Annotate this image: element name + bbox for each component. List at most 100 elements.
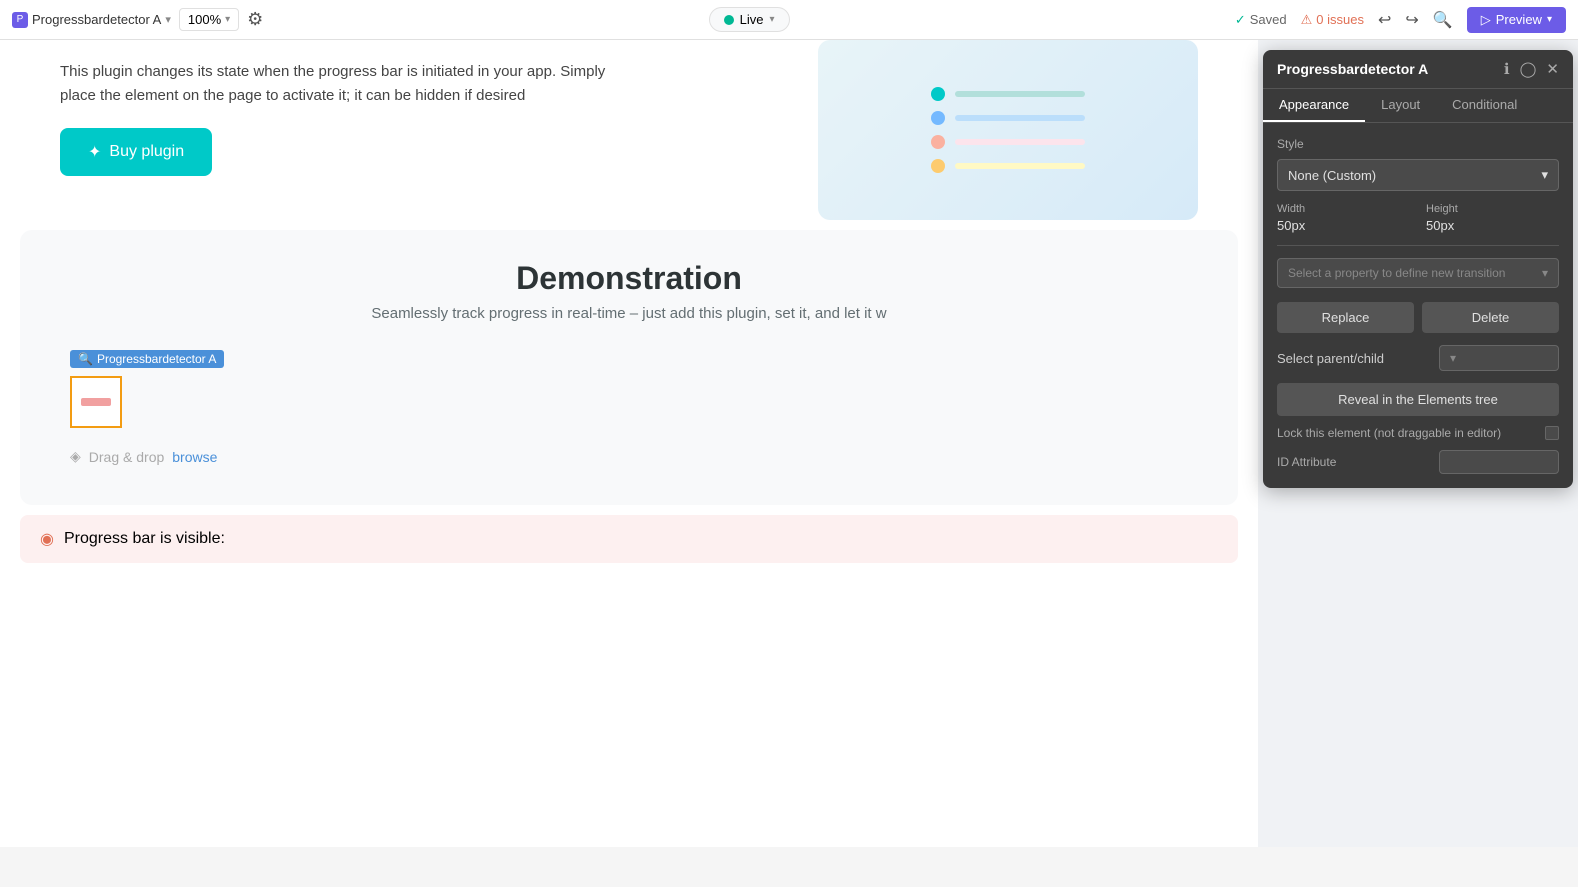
preview-button[interactable]: ▷ Preview ▾ xyxy=(1467,7,1566,33)
redo-icon[interactable]: ↪ xyxy=(1405,10,1418,30)
parent-child-dropdown[interactable]: ▾ xyxy=(1439,345,1559,371)
buy-plugin-button[interactable]: ✦ Buy plugin xyxy=(60,128,212,176)
transition-placeholder: Select a property to define new transiti… xyxy=(1288,266,1505,280)
saved-status: ✓ Saved xyxy=(1235,12,1287,28)
width-value: 50px xyxy=(1277,218,1410,233)
element-box xyxy=(70,376,122,428)
buy-icon: ✦ xyxy=(88,142,101,162)
live-label: Live xyxy=(740,12,764,27)
slider-item-3 xyxy=(931,135,1085,149)
progress-section: ◉ Progress bar is visible: xyxy=(20,515,1238,563)
demo-section: Demonstration Seamlessly track progress … xyxy=(20,230,1238,505)
element-label-text: Progressbardetector A xyxy=(97,352,216,366)
progress-text: Progress bar is visible: xyxy=(64,530,225,548)
info-icon[interactable]: ℹ xyxy=(1504,60,1510,78)
style-value: None (Custom) xyxy=(1288,168,1376,183)
slider-item-4 xyxy=(931,159,1085,173)
slider-track xyxy=(955,91,1085,97)
style-dropdown[interactable]: None (Custom) ▾ xyxy=(1277,159,1559,191)
issues-status: ⚠ 0 issues xyxy=(1301,12,1364,28)
height-value: 50px xyxy=(1426,218,1559,233)
replace-button[interactable]: Replace xyxy=(1277,302,1414,333)
app-name-label: Progressbardetector A xyxy=(32,12,161,27)
browse-link[interactable]: browse xyxy=(172,449,217,465)
width-label: Width xyxy=(1277,203,1410,215)
buy-label: Buy plugin xyxy=(109,143,184,161)
settings-icon[interactable]: ⚙ xyxy=(247,9,263,30)
topbar-center: Live ▾ xyxy=(709,7,790,32)
id-row: ID Attribute xyxy=(1277,450,1559,474)
width-field: Width 50px xyxy=(1277,203,1410,233)
hero-description: This plugin changes its state when the p… xyxy=(60,60,620,108)
slider-knob xyxy=(931,87,945,101)
progress-icon: ◉ xyxy=(40,529,54,549)
topbar-right: ✓ Saved ⚠ 0 issues ↩ ↪ 🔍 ▷ Preview ▾ xyxy=(1235,7,1566,33)
zoom-chevron: ▾ xyxy=(225,14,230,25)
demo-title: Demonstration xyxy=(50,260,1208,297)
transition-chevron: ▾ xyxy=(1542,266,1548,280)
id-attribute-input[interactable] xyxy=(1439,450,1559,474)
height-field: Height 50px xyxy=(1426,203,1559,233)
topbar-left: P Progressbardetector A ▾ 100% ▾ ⚙ xyxy=(12,8,263,31)
element-search-icon: 🔍 xyxy=(78,352,93,366)
live-badge[interactable]: Live ▾ xyxy=(709,7,790,32)
saved-label-text: Saved xyxy=(1250,12,1287,27)
hero-text: This plugin changes its state when the p… xyxy=(60,40,620,176)
topbar: P Progressbardetector A ▾ 100% ▾ ⚙ Live … xyxy=(0,0,1578,40)
hero-section: This plugin changes its state when the p… xyxy=(0,40,1258,220)
tab-conditional[interactable]: Conditional xyxy=(1436,89,1533,122)
slider-knob xyxy=(931,159,945,173)
parent-child-chevron: ▾ xyxy=(1450,351,1456,365)
search-icon[interactable]: 🔍 xyxy=(1433,10,1453,30)
lock-label: Lock this element (not draggable in edit… xyxy=(1277,426,1501,440)
undo-icon[interactable]: ↩ xyxy=(1378,10,1391,30)
lock-checkbox[interactable] xyxy=(1545,426,1559,440)
panel-tabs: Appearance Layout Conditional xyxy=(1263,89,1573,123)
live-chevron: ▾ xyxy=(769,14,774,25)
preview-label: Preview xyxy=(1496,12,1542,27)
element-selected[interactable]: 🔍 Progressbardetector A xyxy=(70,376,122,428)
element-label: 🔍 Progressbardetector A xyxy=(70,350,224,368)
live-dot xyxy=(724,15,734,25)
drag-drop-area: ◈ Drag & drop browse xyxy=(70,448,1188,465)
close-icon[interactable]: ✕ xyxy=(1546,60,1559,78)
slider-track xyxy=(955,139,1085,145)
element-inner-bar xyxy=(81,398,111,406)
drag-drop-text: Drag & drop xyxy=(89,449,164,465)
app-name-display: P Progressbardetector A ▾ xyxy=(12,12,171,28)
lock-row: Lock this element (not draggable in edit… xyxy=(1277,426,1559,440)
element-area: 🔍 Progressbardetector A ◈ Drag & drop br… xyxy=(50,346,1208,475)
drag-drop-icon: ◈ xyxy=(70,448,81,465)
style-label: Style xyxy=(1277,137,1559,151)
demo-subtitle: Seamlessly track progress in real-time –… xyxy=(50,305,1208,322)
dimensions-row: Width 50px Height 50px xyxy=(1277,203,1559,233)
main-content: This plugin changes its state when the p… xyxy=(0,40,1578,847)
divider-1 xyxy=(1277,245,1559,246)
slider-track xyxy=(955,163,1085,169)
preview-icon: ▷ xyxy=(1481,12,1491,28)
properties-panel: Progressbardetector A ℹ ◯ ✕ Appearance L… xyxy=(1263,50,1573,488)
app-icon: P xyxy=(12,12,28,28)
reveal-elements-button[interactable]: Reveal in the Elements tree xyxy=(1277,383,1559,416)
style-chevron: ▾ xyxy=(1541,167,1548,183)
panel-header: Progressbardetector A ℹ ◯ ✕ xyxy=(1263,50,1573,89)
hero-image xyxy=(818,40,1198,220)
panel-body: Style None (Custom) ▾ Width 50px Height … xyxy=(1263,123,1573,488)
height-label: Height xyxy=(1426,203,1559,215)
slider-knob xyxy=(931,111,945,125)
tab-appearance[interactable]: Appearance xyxy=(1263,89,1365,122)
zoom-value: 100% xyxy=(188,12,221,27)
issues-label-text: 0 issues xyxy=(1316,12,1364,27)
preview-chevron: ▾ xyxy=(1547,14,1552,25)
id-attribute-label: ID Attribute xyxy=(1277,455,1336,469)
transition-dropdown[interactable]: Select a property to define new transiti… xyxy=(1277,258,1559,288)
zoom-dropdown[interactable]: 100% ▾ xyxy=(179,8,239,31)
slider-track xyxy=(955,115,1085,121)
tab-layout[interactable]: Layout xyxy=(1365,89,1436,122)
chat-icon[interactable]: ◯ xyxy=(1520,60,1537,78)
delete-button[interactable]: Delete xyxy=(1422,302,1559,333)
parent-child-row: Select parent/child ▾ xyxy=(1277,345,1559,371)
page-area: This plugin changes its state when the p… xyxy=(0,40,1258,847)
panel-title: Progressbardetector A xyxy=(1277,61,1428,77)
parent-child-label: Select parent/child xyxy=(1277,351,1384,366)
